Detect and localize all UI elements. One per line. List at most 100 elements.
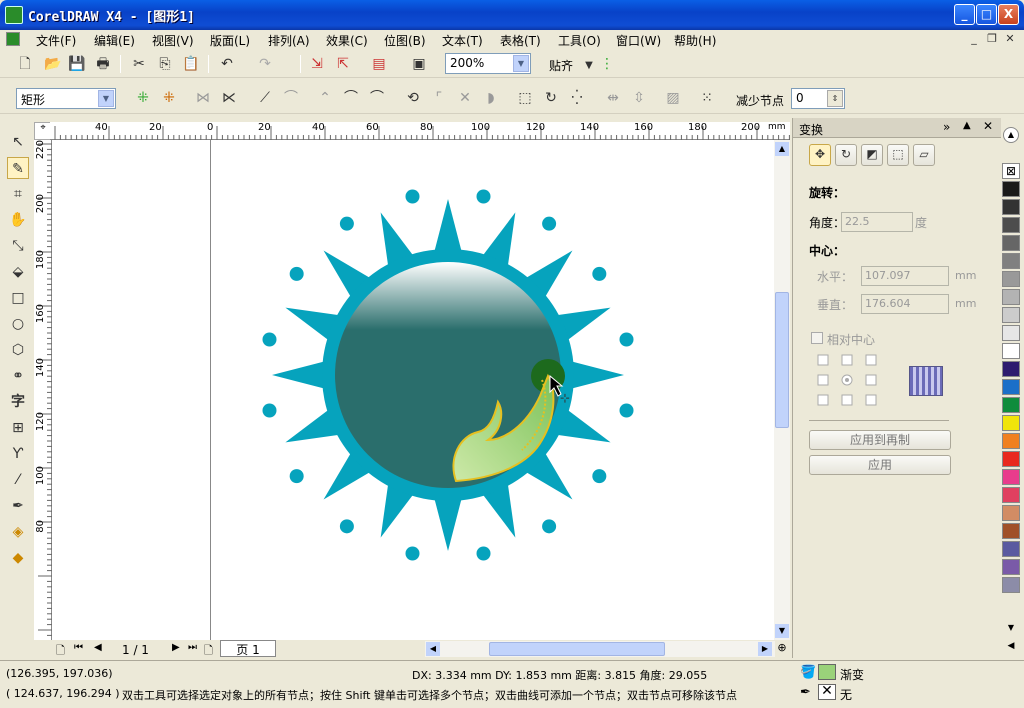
crop-tool-icon[interactable]: ⌗	[7, 183, 29, 205]
align-nodes-icon[interactable]: ⁛	[568, 89, 586, 107]
apply-to-duplicate-button[interactable]: 应用到再制	[809, 430, 951, 450]
extract-subpath-icon[interactable]: ✕	[456, 89, 474, 107]
stretch-nodes-icon[interactable]: ⬚	[516, 89, 534, 107]
color-swatch[interactable]	[1002, 253, 1020, 269]
first-page-icon[interactable]: ⏮	[74, 642, 83, 653]
color-swatch[interactable]	[1002, 361, 1020, 377]
ray-dot[interactable]	[339, 519, 354, 534]
skew-tab-icon[interactable]: ▱	[913, 144, 935, 166]
color-swatch[interactable]	[1002, 343, 1020, 359]
save-icon[interactable]: 💾	[68, 55, 86, 73]
menu-text[interactable]: 文本(T)	[442, 32, 483, 48]
ray-dot[interactable]	[405, 546, 420, 561]
palette-expand-icon[interactable]: ◀	[1003, 641, 1019, 655]
apply-button[interactable]: 应用	[809, 455, 951, 475]
interactive-fill-tool-icon[interactable]: ◆	[7, 547, 29, 569]
horizontal-scroll-thumb[interactable]	[489, 642, 665, 656]
print-icon[interactable]: 🖶	[94, 55, 112, 73]
color-swatch[interactable]	[1002, 523, 1020, 539]
rotate-nodes-icon[interactable]: ↻	[542, 89, 560, 107]
fill-swatch[interactable]	[818, 664, 836, 680]
table-tool-icon[interactable]: ⊞	[7, 417, 29, 439]
color-swatch[interactable]	[1002, 199, 1020, 215]
size-tab-icon[interactable]: ⬚	[887, 144, 909, 166]
ray-dot[interactable]	[592, 266, 607, 281]
vertical-scroll-thumb[interactable]	[775, 292, 789, 428]
pick-tool-icon[interactable]: ↖	[7, 131, 29, 153]
color-swatch[interactable]	[1002, 379, 1020, 395]
menu-window[interactable]: 窗口(W)	[616, 32, 661, 48]
scroll-down-arrow-icon[interactable]: ▼	[775, 624, 789, 638]
shape-tool-icon[interactable]: ✎	[7, 157, 29, 179]
new-icon[interactable]: 🗋	[16, 55, 34, 73]
spinner-icon[interactable]: ⇕	[827, 90, 843, 107]
undo-icon[interactable]: ↶	[218, 55, 236, 73]
ray-dot[interactable]	[262, 332, 277, 347]
scroll-left-arrow-icon[interactable]: ◀	[426, 642, 440, 656]
drawing-canvas[interactable]: ⊹	[52, 140, 774, 640]
smooth-node-icon[interactable]: ⌒	[342, 89, 360, 107]
menu-layout[interactable]: 版面(L)	[210, 32, 250, 48]
doc-minimize-button[interactable]: _	[966, 32, 982, 46]
color-swatch[interactable]	[1002, 415, 1020, 431]
color-swatch[interactable]	[1002, 577, 1020, 593]
options-icon[interactable]: ⋮	[598, 55, 616, 73]
color-swatch[interactable]	[1002, 307, 1020, 323]
color-swatch[interactable]	[1002, 433, 1020, 449]
palette-scroll-down-icon[interactable]: ▼	[1003, 623, 1019, 637]
snap-to-button[interactable]: 贴齐	[549, 57, 573, 74]
cusp-node-icon[interactable]: ⌃	[316, 89, 334, 107]
horizontal-scrollbar[interactable]: ◀ ▶	[425, 641, 775, 657]
join-nodes-icon[interactable]: ⋈	[194, 89, 212, 107]
rectangle-tool-icon[interactable]: □	[7, 287, 29, 309]
ray-dot[interactable]	[542, 216, 557, 231]
minimize-button[interactable]: _	[954, 4, 975, 25]
basic-shapes-tool-icon[interactable]: ⚭	[7, 365, 29, 387]
vertical-scrollbar[interactable]: ▲ ▼	[774, 140, 790, 640]
rotate-tab-icon[interactable]: ↻	[835, 144, 857, 166]
color-swatch[interactable]	[1002, 181, 1020, 197]
import-icon[interactable]: ⇲	[308, 55, 326, 73]
menu-file[interactable]: 文件(F)	[36, 32, 76, 48]
color-swatch[interactable]	[1002, 469, 1020, 485]
curve-tool-icon[interactable]: ⤡	[7, 235, 29, 257]
color-swatch[interactable]	[1002, 217, 1020, 233]
polygon-tool-icon[interactable]: ⬡	[7, 339, 29, 361]
color-swatch[interactable]	[1002, 235, 1020, 251]
no-color-swatch[interactable]: ⊠	[1002, 163, 1020, 179]
menu-bitmaps[interactable]: 位图(B)	[384, 32, 426, 48]
close-curve-icon[interactable]: ◗	[482, 89, 500, 107]
add-page-icon[interactable]: 🗋	[56, 642, 65, 661]
menu-arrange[interactable]: 排列(A)	[268, 32, 310, 48]
ray-dot[interactable]	[476, 189, 491, 204]
color-swatch[interactable]	[1002, 505, 1020, 521]
next-page-icon[interactable]: ▶	[172, 642, 180, 653]
application-launcher-icon[interactable]: ▤	[370, 55, 388, 73]
doc-restore-button[interactable]: ❐	[984, 32, 1000, 46]
chevron-down-icon[interactable]: ▼	[580, 57, 598, 75]
last-page-icon[interactable]: ⏭	[188, 642, 197, 653]
horizontal-ruler[interactable]: 40 20 0 20 40 60 80 100 120 140 160 180 …	[50, 122, 790, 140]
expand-docker-icon[interactable]: »	[943, 120, 950, 134]
ray-dot[interactable]	[339, 216, 354, 231]
copy-icon[interactable]: ⎘	[156, 55, 174, 73]
menu-edit[interactable]: 编辑(E)	[94, 32, 135, 48]
eyedropper-tool-icon[interactable]: ⁄	[7, 469, 29, 491]
horizontal-mirror-icon[interactable]: ⇹	[604, 89, 622, 107]
open-icon[interactable]: 📂	[44, 55, 62, 73]
color-swatch[interactable]	[1002, 397, 1020, 413]
scroll-up-arrow-icon[interactable]: ▲	[775, 142, 789, 156]
scroll-right-arrow-icon[interactable]: ▶	[758, 642, 772, 656]
close-docker-icon[interactable]: ✕	[983, 119, 993, 133]
reverse-direction-icon[interactable]: ⟲	[404, 89, 422, 107]
position-tab-icon[interactable]: ✥	[809, 144, 831, 166]
color-swatch[interactable]	[1002, 325, 1020, 341]
smart-fill-tool-icon[interactable]: ⬙	[7, 261, 29, 283]
add-page-after-icon[interactable]: 🗋	[204, 642, 213, 661]
menu-table[interactable]: 表格(T)	[500, 32, 541, 48]
fill-tool-icon[interactable]: ◈	[7, 521, 29, 543]
horizontal-input[interactable]: 107.097	[861, 266, 949, 286]
outline-tool-icon[interactable]: ✒	[7, 495, 29, 517]
export-icon[interactable]: ⇱	[334, 55, 352, 73]
close-button[interactable]: X	[998, 4, 1019, 25]
